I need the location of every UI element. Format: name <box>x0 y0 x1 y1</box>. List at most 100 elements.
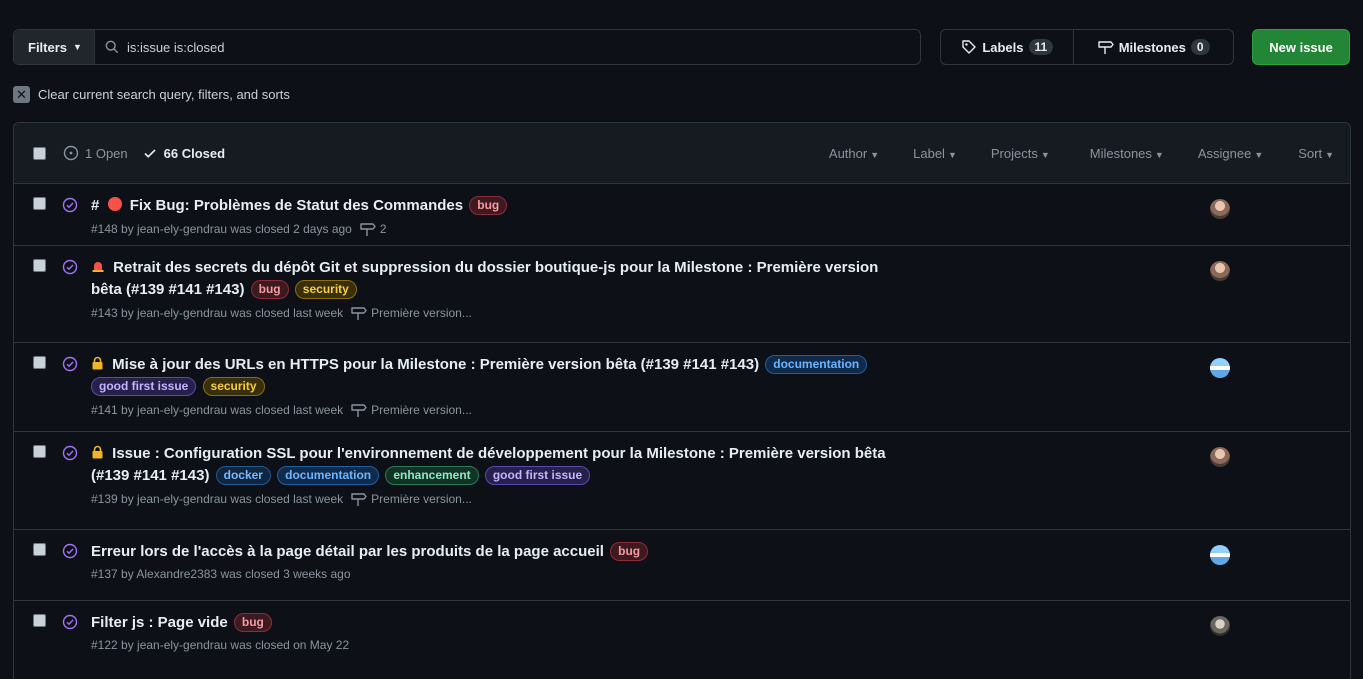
avatar[interactable] <box>1210 447 1230 467</box>
issue-meta: #141 by jean-ely-gendrau was closed last… <box>91 402 991 418</box>
issue-title-text: Filter js : Page vide <box>91 614 228 631</box>
issue-title[interactable]: Filter js : Page vide bug <box>91 612 991 634</box>
issue-checkbox[interactable] <box>33 197 46 210</box>
issue-title[interactable]: Erreur lors de l'accès à la page détail … <box>91 541 991 563</box>
issue-title[interactable]: # Fix Bug: Problèmes de Statut des Comma… <box>91 195 991 217</box>
issue-title-text: Retrait des secrets du dépôt Git et supp… <box>113 259 879 276</box>
issue-milestone[interactable]: Première version... <box>371 306 472 320</box>
labels-milestones-group: Labels 11 Milestones 0 <box>940 29 1235 65</box>
milestone-icon <box>360 223 376 236</box>
label-good-first-issue[interactable]: good first issue <box>91 377 197 396</box>
issue-title-text-cont: (#139 #141 #143) <box>91 467 210 484</box>
check-icon <box>144 149 156 158</box>
issue-meta-text: #122 by jean-ely-gendrau was closed on M… <box>91 638 350 652</box>
issue-meta: #137 by Alexandre2383 was closed 3 weeks… <box>91 567 991 581</box>
filters-button[interactable]: Filters ▼ <box>14 30 95 64</box>
issue-closed-icon <box>62 614 78 630</box>
milestone-icon <box>351 493 367 506</box>
label-bug[interactable]: bug <box>250 280 289 299</box>
issue-closed-icon <box>62 543 78 559</box>
issue-meta-text: #148 by jean-ely-gendrau was closed 2 da… <box>91 222 352 236</box>
label-documentation[interactable]: documentation <box>765 355 868 374</box>
search-icon <box>105 40 119 54</box>
issues-toolbar: Filters ▼ Labels 11 Milestones 0 New iss… <box>13 29 1350 65</box>
issue-meta: #143 by jean-ely-gendrau was closed last… <box>91 305 991 321</box>
assignee-filter[interactable]: Assignee ▼ <box>1198 146 1263 161</box>
label-good-first-issue[interactable]: good first issue <box>484 466 591 485</box>
caret-down-icon: ▼ <box>1040 150 1050 160</box>
avatar[interactable] <box>1210 545 1230 565</box>
issue-milestone[interactable]: Première version... <box>371 403 472 417</box>
issues-list-header: 1 Open 66 Closed Author ▼ Label ▼ Projects… <box>14 123 1350 184</box>
label-bug[interactable]: bug <box>233 613 272 632</box>
avatar[interactable] <box>1210 616 1230 636</box>
siren-icon <box>91 257 105 279</box>
milestone-icon <box>1098 41 1114 54</box>
issue-checkbox[interactable] <box>33 259 46 272</box>
search-box <box>95 30 920 64</box>
caret-down-icon: ▼ <box>947 150 957 160</box>
lock-icon <box>91 443 104 465</box>
milestones-count: 0 <box>1190 39 1210 55</box>
issue-title[interactable]: Mise à jour des URLs en HTTPS pour la Mi… <box>91 354 991 398</box>
open-issues-tab[interactable]: 1 Open <box>63 145 128 161</box>
label-security[interactable]: security <box>294 280 357 299</box>
caret-down-icon: ▼ <box>1254 150 1264 160</box>
sort-filter[interactable]: Sort ▼ <box>1298 146 1334 161</box>
issue-milestone[interactable]: 2 <box>380 222 387 236</box>
closed-issues-label: 66 Closed <box>163 145 226 161</box>
issue-open-icon <box>63 145 79 161</box>
issue-checkbox[interactable] <box>33 356 46 369</box>
new-issue-button[interactable]: New issue <box>1252 29 1350 65</box>
closed-issues-tab[interactable]: 66 Closed <box>142 145 225 161</box>
issue-meta-text: #143 by jean-ely-gendrau was closed last… <box>91 306 344 320</box>
issue-meta-text: #141 by jean-ely-gendrau was closed last… <box>91 403 344 417</box>
filter-search-group: Filters ▼ <box>13 29 922 65</box>
avatar[interactable] <box>1210 358 1230 378</box>
issue-milestone[interactable]: Première version... <box>371 492 472 506</box>
search-input[interactable] <box>126 39 827 55</box>
issue-meta: #148 by jean-ely-gendrau was closed 2 da… <box>91 221 991 237</box>
labels-count: 11 <box>1028 39 1054 55</box>
label-enhancement[interactable]: enhancement <box>385 466 479 485</box>
issue-meta-text: #139 by jean-ely-gendrau was closed last… <box>91 492 344 506</box>
milestone-icon <box>351 307 367 320</box>
caret-down-icon: ▼ <box>73 42 82 52</box>
clear-filters-link[interactable]: ✕ Clear current search query, filters, a… <box>13 86 290 103</box>
clear-filters-label: Clear current search query, filters, and… <box>38 87 290 102</box>
avatar[interactable] <box>1210 261 1230 281</box>
issue-checkbox[interactable] <box>33 614 46 627</box>
lock-icon <box>91 354 104 376</box>
label-bug[interactable]: bug <box>610 542 649 561</box>
projects-filter[interactable]: Projects ▼ <box>991 146 1050 161</box>
author-filter[interactable]: Author ▼ <box>829 146 879 161</box>
label-docker[interactable]: docker <box>215 466 271 485</box>
issue-closed-icon <box>62 197 78 213</box>
select-all-checkbox[interactable] <box>33 146 46 160</box>
labels-button[interactable]: Labels 11 <box>941 30 1073 64</box>
issue-meta-text: #137 by Alexandre2383 was closed 3 weeks… <box>91 567 351 581</box>
label-documentation[interactable]: documentation <box>277 466 380 485</box>
caret-down-icon: ▼ <box>1325 150 1334 160</box>
issue-title[interactable]: Issue : Configuration SSL pour l'environ… <box>91 443 991 487</box>
list-filters: Author ▼ Label ▼ Projects ▼ Milestones ▼ Ass… <box>829 123 1350 184</box>
tag-icon <box>962 40 977 54</box>
issue-row: Retrait des secrets du dépôt Git et supp… <box>14 246 1350 343</box>
issue-title-text: Mise à jour des URLs en HTTPS pour la Mi… <box>112 356 760 373</box>
milestones-label: Milestones <box>1118 39 1186 55</box>
issue-closed-icon <box>62 445 78 461</box>
issue-title-text-cont: bêta (#139 #141 #143) <box>91 281 245 298</box>
issue-title-text: Issue : Configuration SSL pour l'environ… <box>112 445 886 462</box>
issue-meta: #139 by jean-ely-gendrau was closed last… <box>91 491 991 507</box>
issue-title[interactable]: Retrait des secrets du dépôt Git et supp… <box>91 257 991 301</box>
label-bug[interactable]: bug <box>469 196 508 215</box>
avatar[interactable] <box>1210 199 1230 219</box>
label-filter[interactable]: Label ▼ <box>913 146 957 161</box>
issue-closed-icon <box>62 259 78 275</box>
label-security[interactable]: security <box>202 377 265 396</box>
milestones-filter[interactable]: Milestones ▼ <box>1090 146 1164 161</box>
issue-checkbox[interactable] <box>33 445 46 458</box>
milestones-button[interactable]: Milestones 0 <box>1073 30 1233 64</box>
close-icon: ✕ <box>13 86 30 103</box>
issue-checkbox[interactable] <box>33 543 46 556</box>
